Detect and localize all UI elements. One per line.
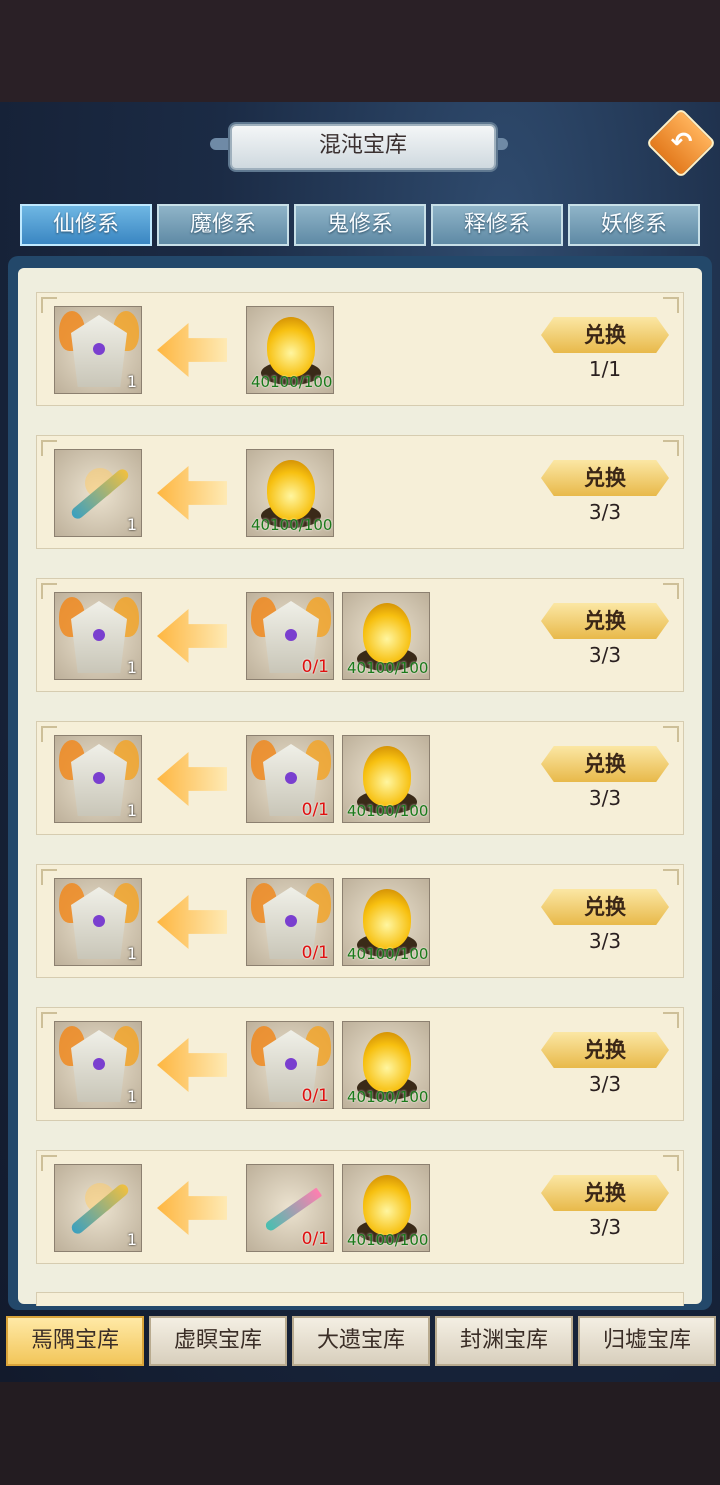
- cost-item-fire-orb[interactable]: 40100/100: [342, 735, 430, 823]
- exchange-button[interactable]: 兑换: [541, 317, 669, 353]
- cost-item-robe[interactable]: 0/1: [246, 878, 334, 966]
- reward-count: 1: [126, 801, 137, 820]
- cost-progress: 40100/100: [251, 373, 333, 391]
- exchange-row: 1 0/1 40100/100 兑换 3/3: [36, 578, 684, 692]
- exchange-limit: 3/3: [588, 1215, 622, 1239]
- cost-progress: 40100/100: [347, 1088, 429, 1106]
- arrow-left-icon: [157, 466, 227, 520]
- cost-progress: 0/1: [301, 800, 329, 820]
- reward-item-robe[interactable]: 1: [54, 878, 142, 966]
- exchange-row: 1 0/1 40100/100 兑换 3/3: [36, 1007, 684, 1121]
- exchange-row: 1 0/1 40100/100 兑换 3/3: [36, 864, 684, 978]
- corner-ornament: [663, 583, 679, 599]
- corner-ornament: [663, 869, 679, 885]
- fire-orb-icon: [363, 1032, 411, 1092]
- corner-ornament: [663, 726, 679, 742]
- cost-progress: 40100/100: [347, 802, 429, 820]
- tab-moxiu[interactable]: 魔修系: [157, 204, 289, 246]
- cost-progress: 0/1: [301, 1229, 329, 1249]
- cost-item-robe[interactable]: 0/1: [246, 592, 334, 680]
- cost-item-fire-orb[interactable]: 40100/100: [342, 592, 430, 680]
- back-arrow-icon: ↶: [670, 127, 693, 158]
- arrow-left-icon: [157, 1038, 227, 1092]
- reward-item-robe[interactable]: 1: [54, 306, 142, 394]
- reward-item-sword[interactable]: 1: [54, 1164, 142, 1252]
- cost-progress: 0/1: [301, 657, 329, 677]
- exchange-limit: 1/1: [588, 357, 622, 381]
- blade-icon: [263, 1187, 323, 1233]
- cost-item-fire-orb[interactable]: 40100/100: [246, 449, 334, 537]
- treasury-tabs: 焉隅宝库 虚瞑宝库 大遗宝库 封渊宝库 归墟宝库: [6, 1316, 716, 1366]
- cost-item-fire-orb[interactable]: 40100/100: [342, 878, 430, 966]
- arrow-left-icon: [157, 323, 227, 377]
- tab-guixu-treasury[interactable]: 归墟宝库: [578, 1316, 716, 1366]
- tab-yanyu-treasury[interactable]: 焉隅宝库: [6, 1316, 144, 1366]
- cost-progress: 0/1: [301, 943, 329, 963]
- tab-xianxiu[interactable]: 仙修系: [20, 204, 152, 246]
- arrow-left-icon: [157, 1181, 227, 1235]
- exchange-row-partial: [36, 1292, 684, 1306]
- reward-item-robe[interactable]: 1: [54, 592, 142, 680]
- page-title: 混沌宝库: [230, 124, 496, 170]
- reward-count: 1: [126, 515, 137, 534]
- tab-yaoxiu[interactable]: 妖修系: [568, 204, 700, 246]
- fire-orb-icon: [267, 317, 315, 377]
- cost-item-fire-orb[interactable]: 40100/100: [342, 1021, 430, 1109]
- cost-progress: 40100/100: [347, 1231, 429, 1249]
- exchange-button[interactable]: 兑换: [541, 603, 669, 639]
- cost-item-fire-orb[interactable]: 40100/100: [342, 1164, 430, 1252]
- nav-bar-area: [0, 1382, 720, 1485]
- reward-count: 1: [126, 658, 137, 677]
- reward-item-robe[interactable]: 1: [54, 1021, 142, 1109]
- exchange-limit: 3/3: [588, 643, 622, 667]
- fire-orb-icon: [363, 1175, 411, 1235]
- exchange-limit: 3/3: [588, 786, 622, 810]
- corner-ornament: [663, 1012, 679, 1028]
- exchange-button[interactable]: 兑换: [541, 1175, 669, 1211]
- tab-dayi-treasury[interactable]: 大遗宝库: [292, 1316, 430, 1366]
- tab-guixiu[interactable]: 鬼修系: [294, 204, 426, 246]
- arrow-left-icon: [157, 752, 227, 806]
- exchange-limit: 3/3: [588, 929, 622, 953]
- exchange-row: 1 40100/100 兑换 1/1: [36, 292, 684, 406]
- corner-ornament: [663, 1155, 679, 1171]
- status-bar-area: [0, 0, 720, 102]
- exchange-row: 1 0/1 40100/100 兑换 3/3: [36, 1150, 684, 1264]
- exchange-button[interactable]: 兑换: [541, 746, 669, 782]
- tab-xuming-treasury[interactable]: 虚瞑宝库: [149, 1316, 287, 1366]
- cost-progress: 40100/100: [347, 659, 429, 677]
- tab-fengyuan-treasury[interactable]: 封渊宝库: [435, 1316, 573, 1366]
- arrow-left-icon: [157, 609, 227, 663]
- reward-count: 1: [126, 1087, 137, 1106]
- exchange-limit: 3/3: [588, 500, 622, 524]
- reward-count: 1: [126, 1230, 137, 1249]
- reward-item-robe[interactable]: 1: [54, 735, 142, 823]
- cost-item-robe[interactable]: 0/1: [246, 735, 334, 823]
- exchange-limit: 3/3: [588, 1072, 622, 1096]
- cost-progress: 0/1: [301, 1086, 329, 1106]
- exchange-button[interactable]: 兑换: [541, 460, 669, 496]
- cost-item-robe[interactable]: 0/1: [246, 1021, 334, 1109]
- corner-ornament: [663, 440, 679, 456]
- exchange-row: 1 0/1 40100/100 兑换 3/3: [36, 721, 684, 835]
- tab-shixiu[interactable]: 释修系: [431, 204, 563, 246]
- reward-item-sword[interactable]: 1: [54, 449, 142, 537]
- fire-orb-icon: [363, 746, 411, 806]
- cost-progress: 40100/100: [347, 945, 429, 963]
- cost-item-blade[interactable]: 0/1: [246, 1164, 334, 1252]
- corner-ornament: [663, 297, 679, 313]
- reward-count: 1: [126, 372, 137, 391]
- fire-orb-icon: [267, 460, 315, 520]
- arrow-left-icon: [157, 895, 227, 949]
- exchange-row: 1 40100/100 兑换 3/3: [36, 435, 684, 549]
- reward-count: 1: [126, 944, 137, 963]
- category-tabs: 仙修系 魔修系 鬼修系 释修系 妖修系: [20, 204, 700, 248]
- exchange-button[interactable]: 兑换: [541, 889, 669, 925]
- cost-item-fire-orb[interactable]: 40100/100: [246, 306, 334, 394]
- cost-progress: 40100/100: [251, 516, 333, 534]
- exchange-button[interactable]: 兑换: [541, 1032, 669, 1068]
- fire-orb-icon: [363, 603, 411, 663]
- fire-orb-icon: [363, 889, 411, 949]
